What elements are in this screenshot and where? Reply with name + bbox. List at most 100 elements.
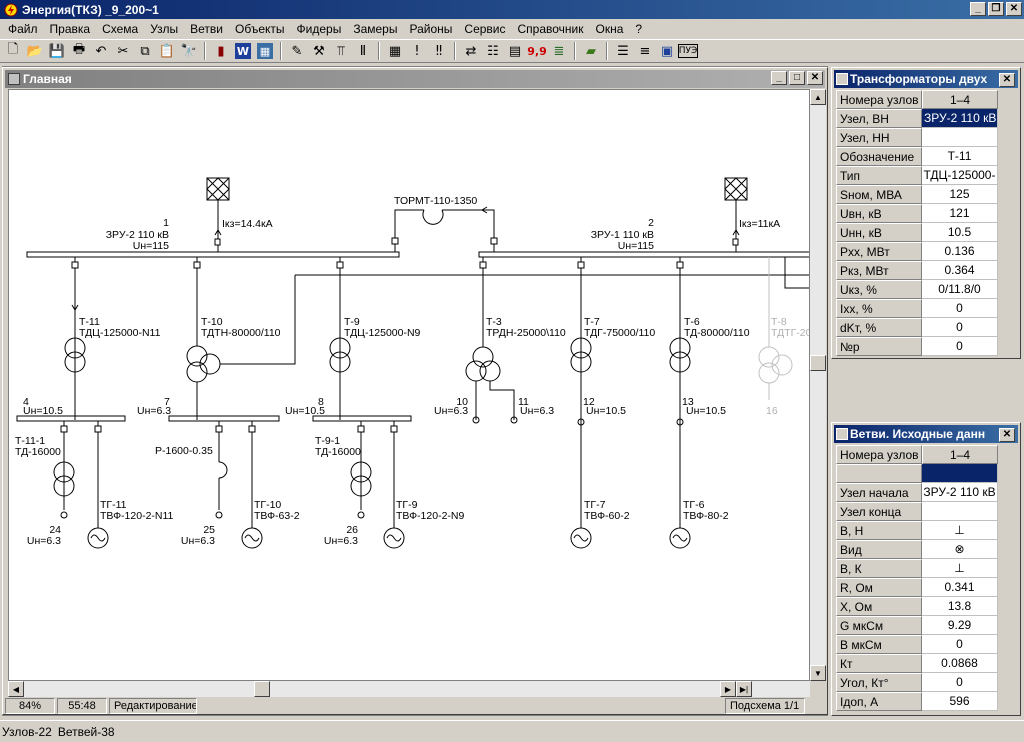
scroll-left-button[interactable]: ◀ <box>8 681 24 697</box>
property-value[interactable]: 1–4 <box>922 90 998 109</box>
menu-item-9[interactable]: Сервис <box>458 22 511 36</box>
doc-lines-icon[interactable]: ≡ <box>634 41 656 61</box>
property-value[interactable]: 0 <box>922 299 998 318</box>
new-file-icon[interactable]: 🗋 <box>2 41 24 61</box>
property-row: Uвн, кВ 121 <box>836 204 998 223</box>
property-value[interactable]: 0 <box>922 635 998 654</box>
property-value[interactable]: 125 <box>922 185 998 204</box>
property-value[interactable]: ⊥ <box>922 559 998 578</box>
excel-icon[interactable]: ▦ <box>257 43 273 59</box>
property-value[interactable]: 9.29 <box>922 616 998 635</box>
menu-item-0[interactable]: Файл <box>2 22 44 36</box>
property-value[interactable]: 0.0868 <box>922 654 998 673</box>
property-value[interactable]: 0.364 <box>922 261 998 280</box>
scroll-up-button[interactable]: ▲ <box>810 89 826 105</box>
property-value[interactable]: 0 <box>922 673 998 692</box>
property-value[interactable]: 0.136 <box>922 242 998 261</box>
undo-icon[interactable]: ↶ <box>90 41 112 61</box>
find-icon[interactable]: 🔭 <box>178 41 200 61</box>
property-value[interactable]: 10.5 <box>922 223 998 242</box>
property-value[interactable]: ⊗ <box>922 540 998 559</box>
property-value[interactable] <box>922 128 998 147</box>
property-value[interactable]: ⊥ <box>922 521 998 540</box>
property-value[interactable]: 0/11.8/0 <box>922 280 998 299</box>
insulator-icon[interactable]: ⫪ <box>330 41 352 61</box>
cut-icon[interactable]: ✂ <box>112 41 134 61</box>
bars-icon[interactable]: ≣ <box>548 41 570 61</box>
busbar-7[interactable] <box>168 415 280 422</box>
busbar-2[interactable] <box>478 251 810 258</box>
close-button[interactable]: ✕ <box>1006 2 1022 16</box>
property-value[interactable]: 13.8 <box>922 597 998 616</box>
property-value[interactable]: ТДЦ-125000- <box>922 166 998 185</box>
restore-button[interactable]: ❐ <box>988 2 1004 16</box>
save-icon[interactable]: 💾 <box>46 41 68 61</box>
menu-item-6[interactable]: Фидеры <box>291 22 348 36</box>
property-value[interactable]: ЗРУ-2 110 кВ <box>922 109 998 128</box>
open-folder-icon[interactable]: 📂 <box>24 41 46 61</box>
book-icon[interactable]: ▮ <box>210 41 232 61</box>
busbar-1[interactable] <box>26 251 400 258</box>
property-value[interactable]: 121 <box>922 204 998 223</box>
menu-item-5[interactable]: Объекты <box>229 22 291 36</box>
swap-icon[interactable]: ⇄ <box>460 41 482 61</box>
diagram-label: ТВФ-120-2-N11 <box>100 510 174 522</box>
property-value[interactable]: 0 <box>922 318 998 337</box>
property-value[interactable]: 1–4 <box>922 445 998 464</box>
reactor-p1600[interactable] <box>218 461 228 479</box>
scroll-right-end-button[interactable]: ▶| <box>736 681 752 697</box>
scheme-canvas[interactable]: 1 ЗРУ-2 110 кВ Uн=115 2 ЗРУ-1 110 кВ Uн=115 Iк… <box>8 89 810 681</box>
property-value[interactable]: 0 <box>922 337 998 356</box>
menu-item-3[interactable]: Узлы <box>144 22 184 36</box>
grid-icon[interactable]: ☷ <box>482 41 504 61</box>
menu-item-11[interactable]: Окна <box>590 22 630 36</box>
scroll-thumb-v[interactable] <box>810 355 826 371</box>
child-close-button[interactable]: ✕ <box>807 71 823 85</box>
pen-icon[interactable]: ✎ <box>286 41 308 61</box>
scroll-down-button[interactable]: ▼ <box>810 665 826 681</box>
property-value[interactable] <box>922 464 998 483</box>
menu-item-7[interactable]: Замеры <box>347 22 403 36</box>
horizontal-scrollbar[interactable]: ◀ ▶ ▶| <box>8 681 810 697</box>
transformers-close-button[interactable]: ✕ <box>999 73 1015 87</box>
scroll-right-button[interactable]: ▶ <box>720 681 736 697</box>
digits-icon[interactable]: 9,9 <box>526 41 548 61</box>
menu-item-2[interactable]: Схема <box>96 22 144 36</box>
property-row: Кт 0.0868 <box>836 654 998 673</box>
property-label: Номера узлов <box>836 445 922 464</box>
menu-item-12[interactable]: ? <box>629 22 648 36</box>
property-value[interactable] <box>922 502 998 521</box>
paste-icon[interactable]: 📋 <box>156 41 178 61</box>
table-icon[interactable]: ▦ <box>384 41 406 61</box>
vertical-scrollbar[interactable]: ▲ ▼ <box>810 89 826 681</box>
child-minimize-button[interactable]: _ <box>771 71 787 85</box>
branches-close-button[interactable]: ✕ <box>999 428 1015 442</box>
copy-icon[interactable]: ⧉ <box>134 41 156 61</box>
property-value[interactable]: 0.341 <box>922 578 998 597</box>
diagram-label: ТОРМТ-110-1350 <box>394 195 477 207</box>
book-green-icon[interactable]: ▰ <box>580 41 602 61</box>
window-icon[interactable]: ▣ <box>656 41 678 61</box>
pillar-icon[interactable]: Ⅱ <box>352 41 374 61</box>
minimize-button[interactable]: _ <box>970 2 986 16</box>
exclaim-icon[interactable]: ! <box>406 41 428 61</box>
busbar-8[interactable] <box>312 415 412 422</box>
child-maximize-button[interactable]: □ <box>789 71 805 85</box>
pu3-icon[interactable]: ПУЭ <box>678 44 698 58</box>
tool-icon[interactable]: ⚒ <box>308 41 330 61</box>
scroll-thumb-h[interactable] <box>254 681 270 697</box>
lines-icon[interactable]: ☰ <box>612 41 634 61</box>
property-value[interactable]: Т-11 <box>922 147 998 166</box>
property-label: G мкСм <box>836 616 922 635</box>
menu-item-10[interactable]: Справочник <box>512 22 590 36</box>
main-scheme-window: Главная _ □ ✕ 1 ЗРУ-2 110 кВ Uн=115 2 ЗР… <box>2 67 828 715</box>
word-icon[interactable]: W <box>235 43 251 59</box>
calc-icon[interactable]: ▤ <box>504 41 526 61</box>
menu-item-1[interactable]: Правка <box>44 22 97 36</box>
double-exclaim-icon[interactable]: ‼ <box>428 41 450 61</box>
menu-item-8[interactable]: Районы <box>403 22 458 36</box>
print-icon[interactable]: 🖶 <box>68 41 90 61</box>
property-value[interactable]: ЗРУ-2 110 кВ <box>922 483 998 502</box>
property-value[interactable]: 596 <box>922 692 998 711</box>
menu-item-4[interactable]: Ветви <box>184 22 229 36</box>
